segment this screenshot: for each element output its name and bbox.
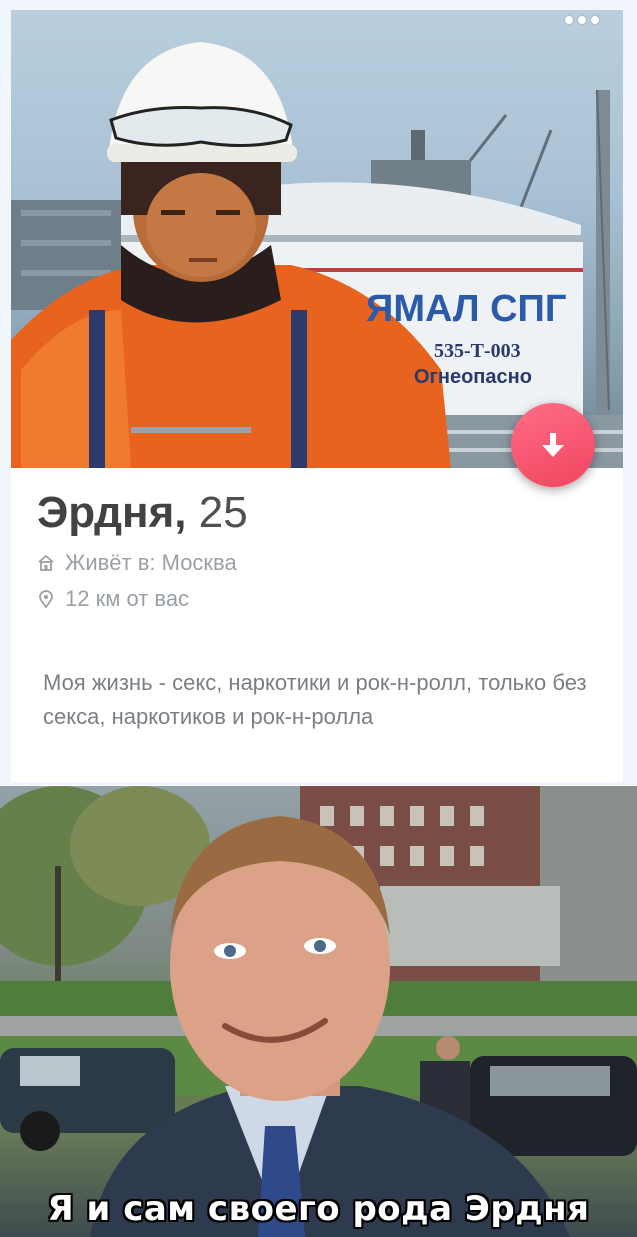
meme-image: Я и сам своего рода Эрдня xyxy=(0,786,637,1237)
profile-lives-in: Живёт в: Москва xyxy=(65,550,237,575)
profile-distance: 12 км от вас xyxy=(65,586,190,611)
profile-age: 25 xyxy=(198,488,248,537)
collapse-profile-button[interactable] xyxy=(511,403,595,487)
profile-bio: Моя жизнь - секс, наркотики и рок-н-ролл… xyxy=(43,670,587,729)
meme-image-illustration xyxy=(0,786,637,1237)
more-dot xyxy=(591,16,599,24)
meme-caption: Я и сам своего рода Эрдня xyxy=(47,1189,590,1229)
profile-bio-section: Моя жизнь - секс, наркотики и рок-н-ролл… xyxy=(11,636,623,782)
arrow-down-icon xyxy=(542,433,564,457)
home-icon xyxy=(38,554,54,571)
profile-card-container: ЯМАЛ СПГ 535-Т-003 Огнеопасно Эрдня, 25 … xyxy=(0,0,637,785)
profile-name-age: Эрдня, 25 xyxy=(37,488,248,538)
profile-distance-row: 12 км от вас xyxy=(37,586,189,612)
tank-sign-warning: Огнеопасно xyxy=(414,366,532,388)
profile-name: Эрдня, xyxy=(37,488,187,537)
profile-photo[interactable]: ЯМАЛ СПГ 535-Т-003 Огнеопасно xyxy=(11,10,623,468)
tank-sign-brand: ЯМАЛ СПГ xyxy=(366,288,567,330)
more-options-icon[interactable] xyxy=(565,16,599,24)
meme-page: ЯМАЛ СПГ 535-Т-003 Огнеопасно Эрдня, 25 … xyxy=(0,0,637,1237)
profile-card: ЯМАЛ СПГ 535-Т-003 Огнеопасно Эрдня, 25 … xyxy=(11,10,623,782)
location-pin-icon xyxy=(39,590,53,608)
profile-lives-in-row: Живёт в: Москва xyxy=(37,550,237,576)
more-dot xyxy=(578,16,586,24)
tank-sign: ЯМАЛ СПГ 535-Т-003 Огнеопасно xyxy=(356,278,576,408)
more-dot xyxy=(565,16,573,24)
tank-sign-code: 535-Т-003 xyxy=(434,340,521,362)
profile-info: Эрдня, 25 Живёт в: Москва 12 км от вас xyxy=(11,468,623,637)
